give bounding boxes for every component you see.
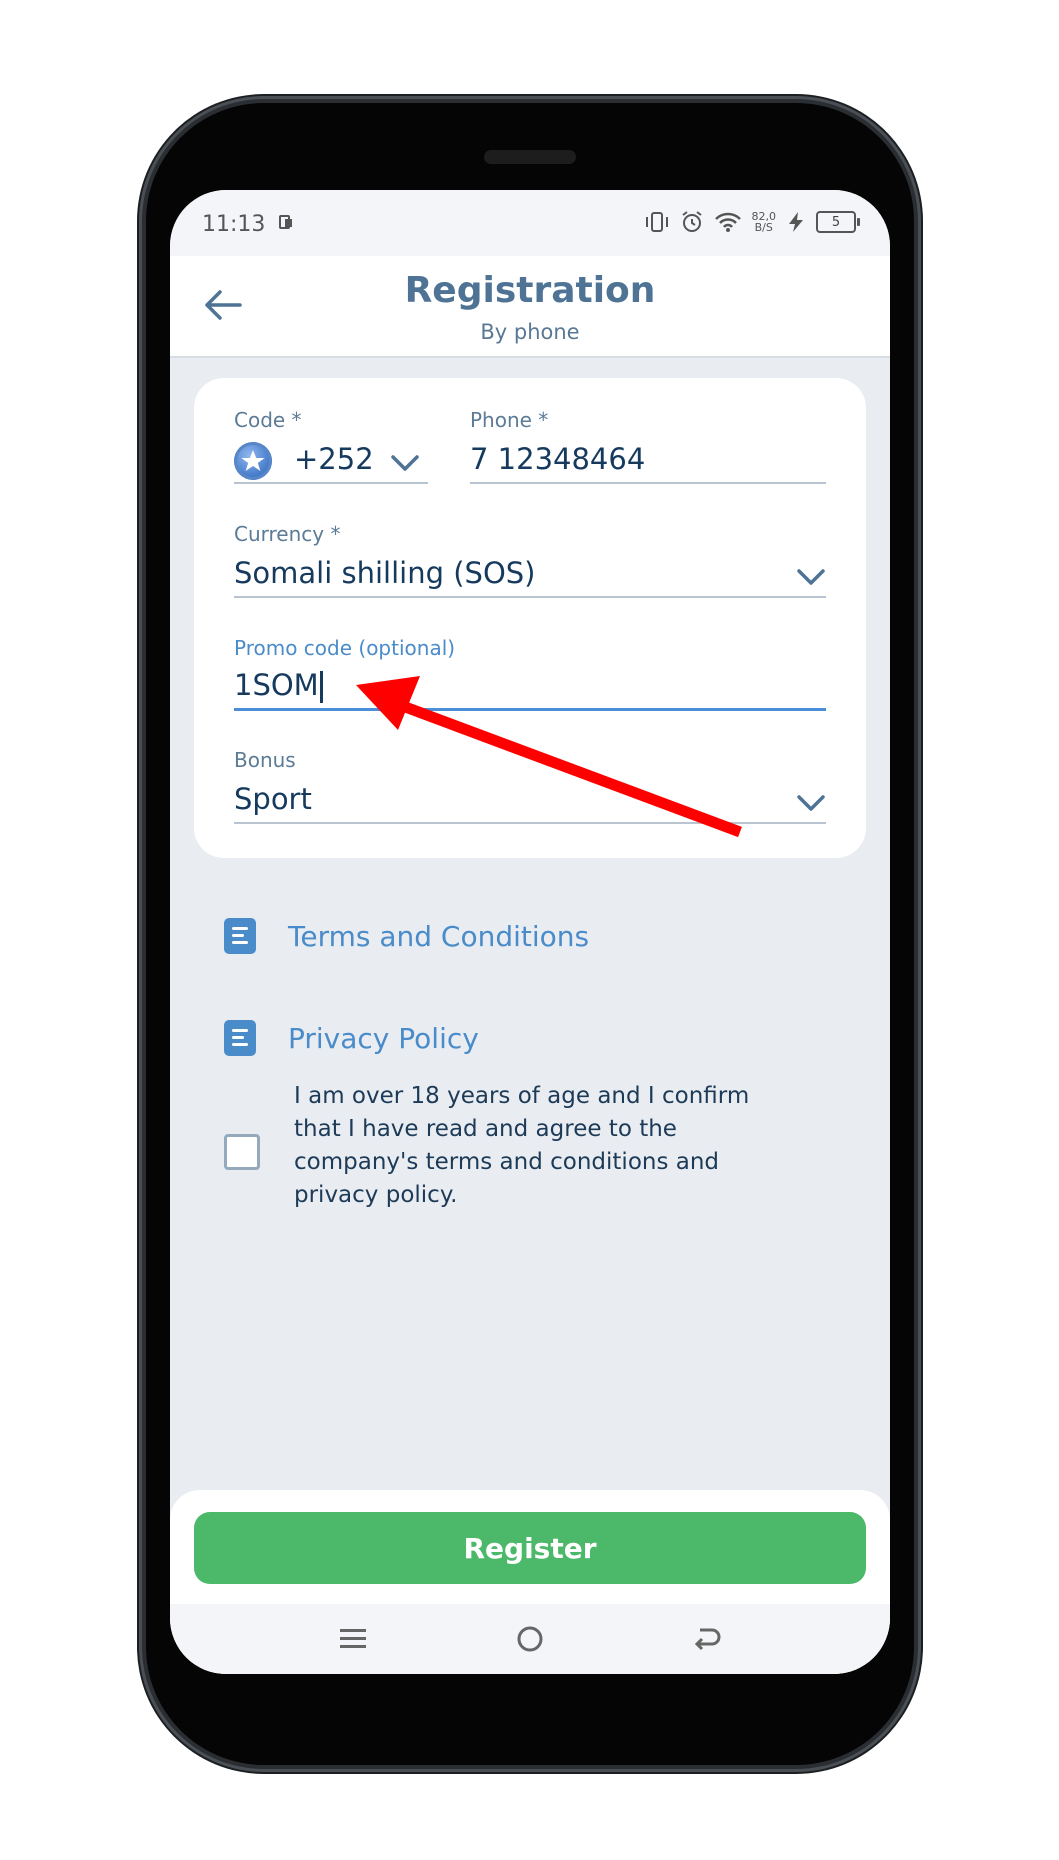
phone-underline — [470, 482, 826, 484]
currency-select[interactable]: Somali shilling (SOS) — [234, 556, 536, 590]
privacy-link[interactable]: Privacy Policy — [224, 1020, 479, 1056]
wifi-icon — [714, 212, 741, 232]
page-title: Registration — [404, 270, 656, 311]
vibrate-icon — [645, 212, 668, 232]
promo-value: 1SOM — [234, 668, 319, 702]
chevron-down-icon[interactable] — [796, 794, 826, 812]
promo-label: Promo code (optional) — [234, 636, 456, 660]
code-label: Code * — [234, 408, 302, 432]
registration-form: Code * +252 Phone * 7 12348464 Currency … — [194, 378, 866, 858]
chevron-down-icon[interactable] — [390, 454, 420, 472]
document-icon — [224, 918, 256, 954]
terms-link-label: Terms and Conditions — [288, 919, 590, 953]
code-select[interactable]: +252 — [294, 442, 374, 476]
text-cursor — [319, 671, 323, 703]
menu-icon[interactable] — [336, 1624, 370, 1654]
currency-underline — [234, 596, 826, 598]
agreement-text: I am over 18 years of age and I confirm … — [294, 1083, 750, 1208]
battery-level: 5 — [831, 214, 841, 230]
bonus-label: Bonus — [234, 748, 296, 772]
bonus-select[interactable]: Sport — [234, 782, 312, 816]
terms-link[interactable]: Terms and Conditions — [224, 918, 589, 954]
document-icon — [224, 1020, 256, 1056]
register-button[interactable]: Register — [194, 1512, 866, 1584]
currency-label: Currency * — [234, 522, 341, 546]
promo-input[interactable]: 1SOM — [234, 668, 323, 703]
phone-input[interactable]: 7 12348464 — [470, 442, 645, 476]
bonus-underline — [234, 822, 826, 824]
battery-icon: 5 — [816, 211, 860, 233]
back-icon[interactable] — [690, 1624, 724, 1654]
phone-label: Phone * — [470, 408, 549, 432]
alarm-icon — [681, 211, 702, 232]
phone-screen: 11:13 82,0 B/S 5 Registration By phone C… — [170, 190, 890, 1674]
page-subtitle: By phone — [480, 320, 580, 344]
system-nav-bar — [170, 1604, 890, 1674]
home-icon[interactable] — [513, 1624, 547, 1654]
phone-speaker — [484, 150, 576, 164]
status-bar: 11:13 82,0 B/S 5 — [170, 190, 890, 256]
net-speed: 82,0 B/S — [752, 211, 777, 233]
somalia-flag-icon — [234, 442, 272, 480]
age-agreement-checkbox[interactable] — [224, 1134, 260, 1170]
net-speed-unit: B/S — [754, 221, 773, 234]
charging-icon — [789, 212, 803, 232]
promo-underline — [234, 708, 826, 711]
screenshot-icon — [279, 215, 292, 229]
privacy-link-label: Privacy Policy — [288, 1021, 479, 1055]
code-underline — [234, 482, 428, 484]
app-header: Registration By phone — [170, 256, 890, 358]
status-time: 11:13 — [202, 212, 266, 237]
chevron-down-icon[interactable] — [796, 568, 826, 586]
